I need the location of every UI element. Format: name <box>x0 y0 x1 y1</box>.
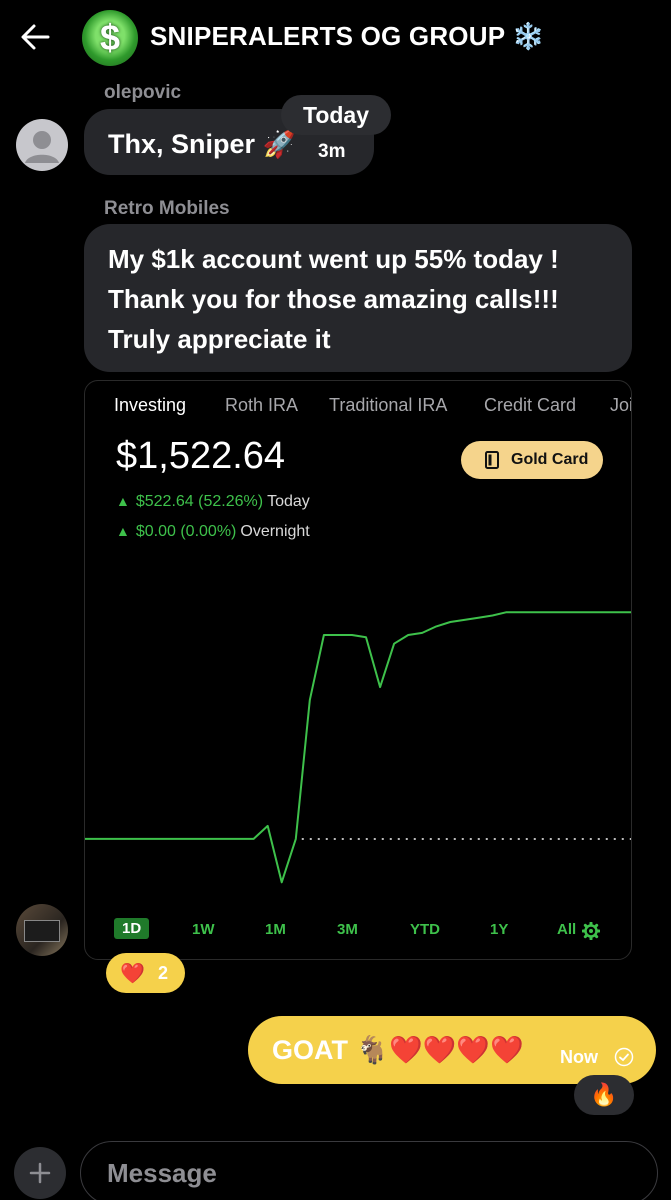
avatar-photo <box>24 920 60 942</box>
chat-header: $ SNIPERALERTS OG GROUP ❄️ <box>0 0 671 78</box>
my-message-text: GOAT 🐐❤️❤️❤️❤️ <box>272 1035 524 1065</box>
message-time: 3m <box>318 141 346 162</box>
user-avatar[interactable] <box>16 904 68 956</box>
range-1w[interactable]: 1W <box>192 921 215 938</box>
back-arrow-icon[interactable] <box>18 20 52 54</box>
message-text-line: Truly appreciate it <box>108 324 331 354</box>
message-bubble[interactable]: My $1k account went up 55% today ! Thank… <box>84 224 632 372</box>
heart-reaction-icon: ❤️ <box>120 963 145 985</box>
group-title[interactable]: SNIPERALERTS OG GROUP ❄️ <box>150 21 545 52</box>
my-message-bubble[interactable]: GOAT 🐐❤️❤️❤️❤️ Now <box>248 1016 656 1084</box>
default-person-icon <box>25 131 59 163</box>
range-all[interactable]: All <box>557 921 579 938</box>
my-message-time: Now <box>560 1047 598 1067</box>
sender-name[interactable]: olepovic <box>104 82 181 104</box>
portfolio-value-line <box>85 611 631 884</box>
message-text-line: Thank you for those amazing calls!!! <box>108 284 559 314</box>
range-1m[interactable]: 1M <box>265 921 286 938</box>
message-text: Thx, Sniper 🚀 <box>108 129 297 159</box>
group-avatar-logo: $ <box>99 17 121 58</box>
plus-icon <box>29 1162 51 1184</box>
range-selector: 1D 1W 1M 3M YTD 1Y All <box>85 917 631 945</box>
add-attachment-button[interactable] <box>14 1147 66 1199</box>
fire-reaction-icon[interactable]: 🔥 <box>574 1075 634 1115</box>
settings-gear-icon[interactable] <box>582 922 600 940</box>
message-input[interactable] <box>80 1141 658 1200</box>
user-avatar[interactable] <box>16 119 68 171</box>
reaction-badge[interactable]: ❤️ 2 <box>106 953 185 993</box>
range-ytd[interactable]: YTD <box>410 921 440 938</box>
range-1d[interactable]: 1D <box>114 918 150 939</box>
sender-name[interactable]: Retro Mobiles <box>104 198 230 220</box>
reaction-count: 2 <box>158 963 169 983</box>
message-text-line: My $1k account went up 55% today ! <box>108 244 559 274</box>
range-3m[interactable]: 3M <box>337 921 358 938</box>
range-1y[interactable]: 1Y <box>490 921 508 938</box>
date-divider-pill: Today <box>281 95 391 135</box>
portfolio-line-chart <box>85 611 631 884</box>
group-avatar[interactable]: $ <box>82 10 138 66</box>
read-check-icon <box>614 1047 634 1067</box>
shared-screenshot[interactable]: Investing Roth IRA Traditional IRA Credi… <box>84 380 632 960</box>
